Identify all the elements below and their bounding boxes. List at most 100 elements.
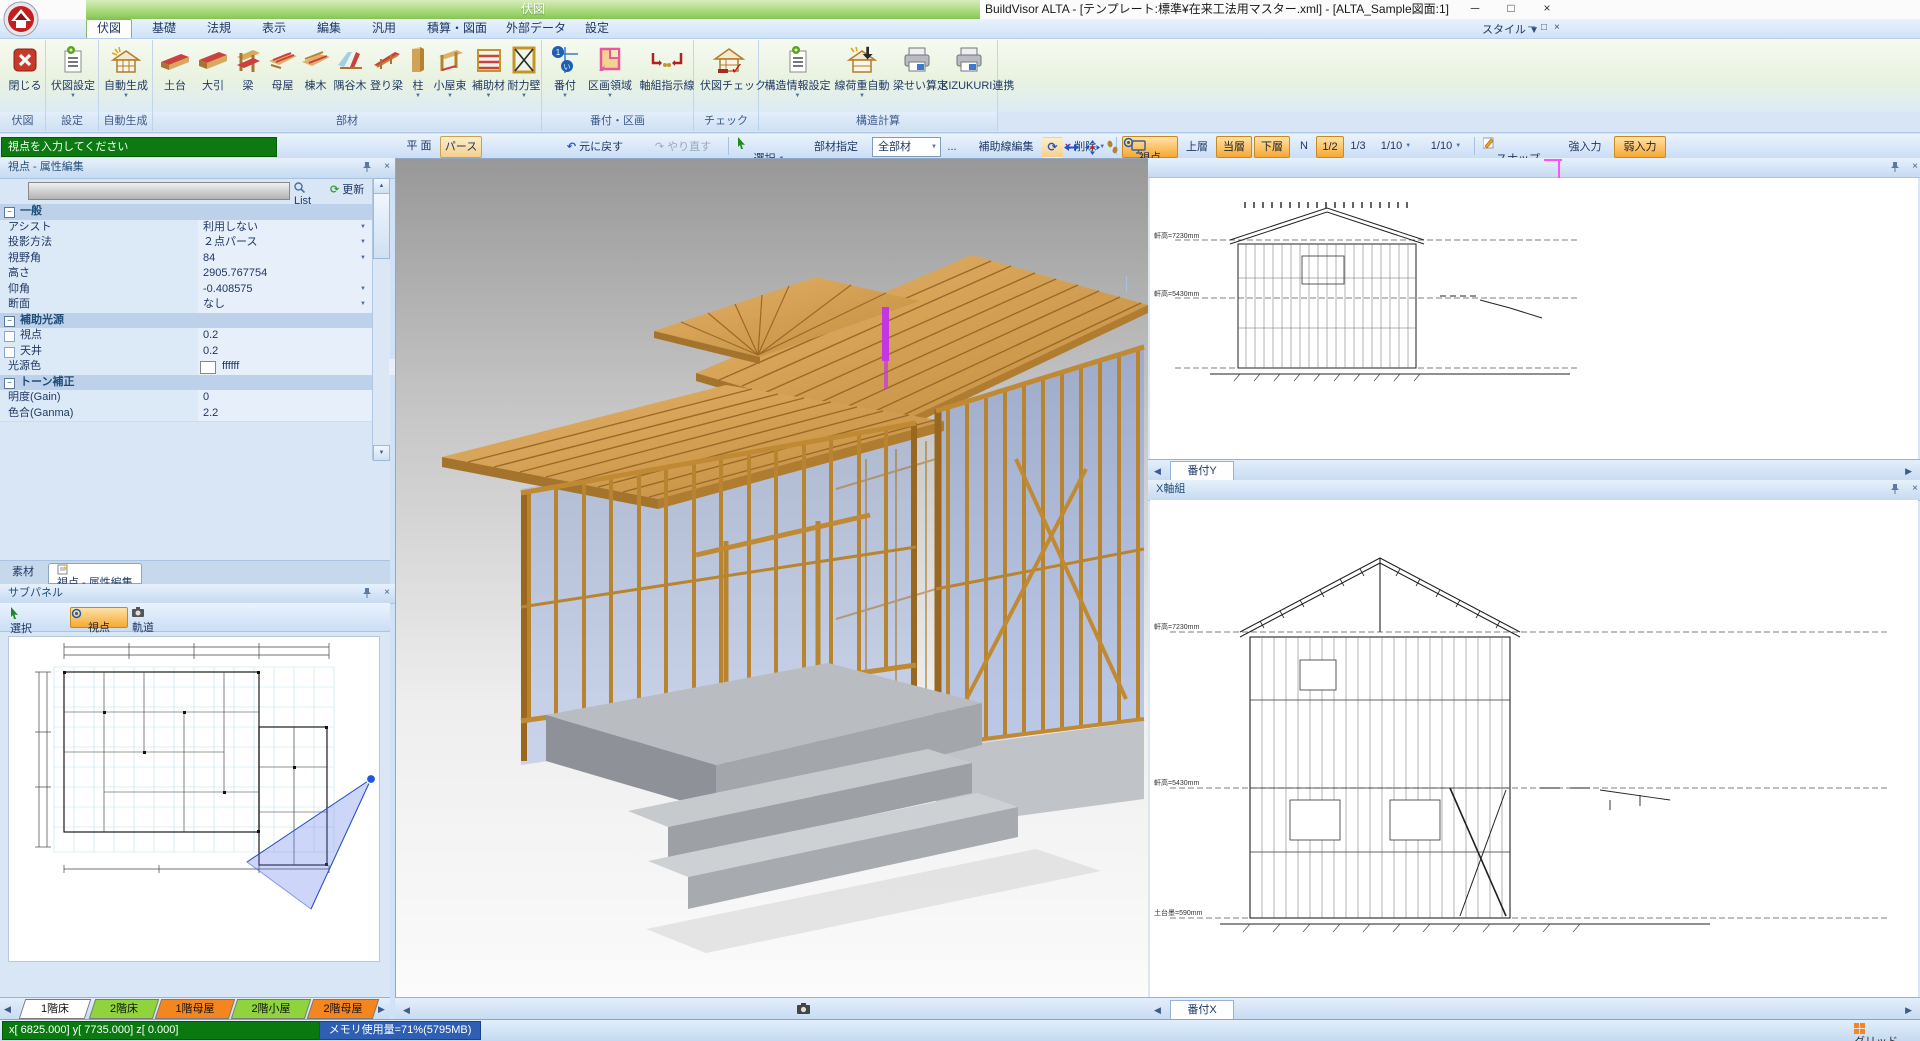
subpanel-select-button[interactable]: 選択: [10, 607, 32, 627]
tab-banzuke-x[interactable]: 番付X: [1170, 1000, 1234, 1020]
pan-all-button[interactable]: [1084, 137, 1105, 158]
property-value[interactable]: -0.408575: [198, 282, 377, 298]
current-layer-button[interactable]: 当層: [1216, 136, 1252, 158]
close-panel-icon[interactable]: ×: [384, 587, 390, 599]
property-value[interactable]: 0: [198, 390, 377, 406]
property-value[interactable]: 84: [198, 251, 377, 267]
property-row[interactable]: 仰角-0.408575▼: [0, 282, 372, 299]
property-row[interactable]: 色合(Ganma)2.2: [0, 406, 372, 423]
tab-hyouji[interactable]: 表示: [252, 19, 296, 37]
scroll-up-button[interactable]: ▲: [373, 178, 390, 194]
strong-input-button[interactable]: 強入力: [1560, 136, 1610, 158]
strip-left-arrow[interactable]: ◀: [1154, 1001, 1161, 1019]
property-value[interactable]: なし: [198, 297, 377, 313]
floor-tab-2f-moya[interactable]: 2階母屋: [307, 999, 379, 1019]
tab-kiso[interactable]: 基礎: [142, 19, 186, 37]
pin-icon[interactable]: [362, 587, 372, 598]
scale-third-button[interactable]: 1/3: [1346, 136, 1370, 156]
property-row[interactable]: 天井0.2: [0, 344, 372, 361]
view-tabs-left-arrow[interactable]: ◀: [403, 1001, 410, 1019]
floor-tab-2f-koya[interactable]: 2階小屋: [231, 999, 311, 1019]
property-value[interactable]: 0.2: [198, 344, 377, 360]
floor-tab-1f-moya[interactable]: 1階母屋: [155, 999, 235, 1019]
app-logo[interactable]: [3, 1, 39, 37]
ribbon-button-kizukuri[interactable]: KIZUKURI連携: [941, 40, 997, 112]
tab-gaibu-data[interactable]: 外部データ: [496, 19, 576, 37]
ribbon-button-oobiki[interactable]: 大引: [196, 40, 230, 112]
ribbon-button-hashira[interactable]: 柱 ▼: [406, 40, 430, 112]
floor-tab-1f-yuka[interactable]: 1階床: [19, 999, 91, 1019]
ribbon-button-dodai[interactable]: 土台: [156, 40, 194, 112]
property-row[interactable]: 断面なし▼: [0, 297, 372, 314]
ribbon-button-hari[interactable]: 梁: [232, 40, 264, 112]
tab-viewpoint-properties[interactable]: 視点 - 属性編集: [48, 563, 142, 584]
close-panel-icon[interactable]: ×: [1912, 483, 1918, 495]
scroll-down-button[interactable]: ▼: [373, 445, 390, 461]
property-value[interactable]: 0.2: [198, 328, 377, 344]
weak-input-button[interactable]: 弱入力: [1614, 136, 1666, 158]
fullscreen-button[interactable]: [1130, 137, 1151, 158]
property-row[interactable]: 視点0.2: [0, 328, 372, 345]
scale-tenth-combo-b[interactable]: 1/10 ▼: [1424, 136, 1468, 156]
ribbon-button-fuzu-check[interactable]: ✓ 伏図チェック: [700, 40, 758, 112]
property-row[interactable]: 光源色ffffff: [0, 359, 372, 376]
pin-icon[interactable]: [1890, 161, 1900, 172]
property-filter-box[interactable]: [28, 182, 290, 200]
tab-material[interactable]: 素材: [4, 563, 42, 582]
property-group-row[interactable]: −一般: [0, 204, 372, 221]
ribbon-button-kukaku-ryouiki[interactable]: 区画領域 ▼: [584, 40, 636, 112]
lower-layer-button[interactable]: 下層: [1254, 136, 1290, 158]
more-button[interactable]: ...: [940, 136, 964, 158]
tab-henshuu[interactable]: 編集: [307, 19, 351, 37]
ribbon-button-moya[interactable]: 母屋: [266, 40, 299, 112]
upper-layer-button[interactable]: 上層: [1180, 136, 1214, 158]
tab-houki[interactable]: 法規: [197, 19, 241, 37]
property-value[interactable]: ffffff: [198, 359, 396, 375]
floor-plan-canvas[interactable]: [8, 636, 380, 962]
strip-right-arrow[interactable]: ▶: [1905, 462, 1912, 480]
property-row[interactable]: 投影方法２点パース▼: [0, 235, 372, 252]
maximize-button[interactable]: □: [1496, 0, 1526, 18]
pin-icon[interactable]: [1890, 483, 1900, 494]
collapse-icon[interactable]: −: [4, 316, 15, 327]
undo-button[interactable]: ↶ 元に戻す: [552, 136, 638, 158]
list-button[interactable]: List: [294, 182, 311, 198]
update-button[interactable]: ⟳ 更新: [330, 182, 364, 198]
mdi-close-button[interactable]: ×: [1554, 22, 1560, 33]
scale-half-button[interactable]: 1/2: [1316, 136, 1344, 158]
part-filter-combobox[interactable]: 全部材▼: [872, 137, 941, 157]
part-specify-button[interactable]: 部材指定: [804, 136, 868, 158]
tab-fuzu[interactable]: 伏図: [86, 19, 132, 38]
collapse-icon[interactable]: −: [4, 207, 15, 218]
floor-tabs-left-arrow[interactable]: ◀: [4, 1000, 11, 1018]
ribbon-button-sumitanigi[interactable]: 隅谷木: [332, 40, 368, 112]
ribbon-button-tairyokuheki[interactable]: 耐力壁 ▼: [507, 40, 541, 112]
ribbon-button-harisei-santei[interactable]: 梁せい算定: [893, 40, 941, 112]
viewport-3d[interactable]: [395, 158, 1150, 999]
redo-button[interactable]: ↷ やり直す: [642, 136, 724, 158]
color-swatch[interactable]: [200, 361, 216, 374]
tab-banzuke-y[interactable]: 番付Y: [1170, 461, 1234, 481]
ribbon-button-fuzu-settei[interactable]: 伏図設定 ▼: [48, 40, 98, 112]
aux-line-edit-button[interactable]: 補助線編集: [968, 136, 1044, 158]
viewport-tab-perspective[interactable]: パース: [440, 136, 482, 158]
ribbon-button-koyazuka[interactable]: 小屋束 ▼: [430, 40, 470, 112]
strip-right-arrow[interactable]: ▶: [1905, 1001, 1912, 1019]
pin-icon[interactable]: [362, 161, 372, 172]
ribbon-button-close[interactable]: 閉じる: [4, 40, 46, 112]
ribbon-button-banzuke[interactable]: 1い 番付 ▼: [548, 40, 582, 112]
scroll-thumb[interactable]: [373, 193, 390, 259]
mdi-minimize-button[interactable]: ─: [1528, 22, 1535, 33]
snap-button[interactable]: スナップ: [1482, 136, 1554, 158]
scale-tenth-combo-a[interactable]: 1/10 ▼: [1374, 136, 1418, 156]
subpanel-orbit-button[interactable]: 軌道: [132, 607, 154, 627]
grid-toggle[interactable]: グリッド: [1854, 1023, 1898, 1037]
snapshot-button[interactable]: [797, 1000, 821, 1018]
select-button[interactable]: 選択 ▼: [736, 136, 802, 158]
property-value[interactable]: 利用しない: [198, 220, 377, 236]
ribbon-button-noborihari[interactable]: 登り梁: [368, 40, 405, 112]
tab-settei[interactable]: 設定: [575, 19, 619, 37]
floor-tabs-right-arrow[interactable]: ▶: [378, 1000, 385, 1018]
property-row[interactable]: 高さ2905.767754: [0, 266, 372, 283]
mdi-restore-button[interactable]: □: [1541, 22, 1547, 33]
